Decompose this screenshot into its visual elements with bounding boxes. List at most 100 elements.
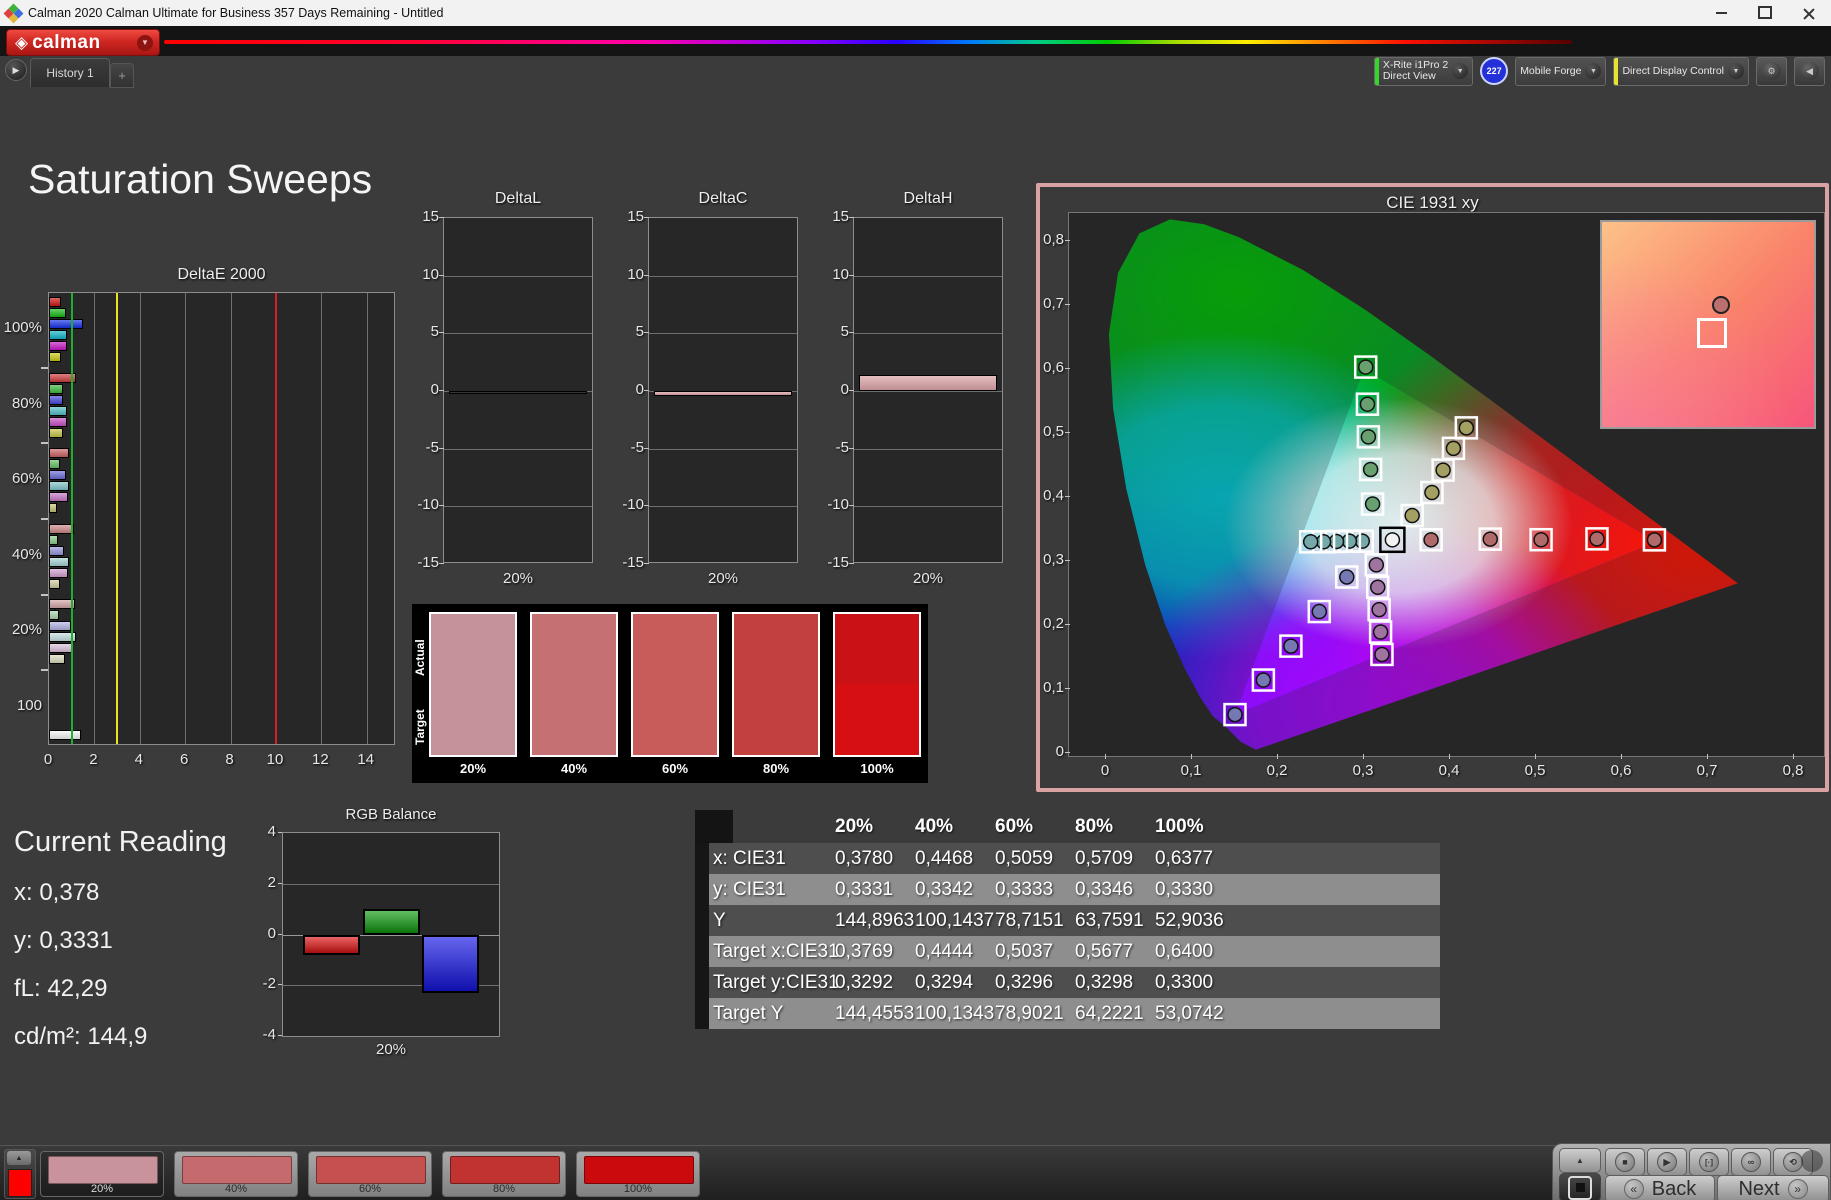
add-tab-button[interactable]: + bbox=[110, 63, 134, 88]
deltae-group-label: 60% bbox=[11, 470, 42, 488]
cie-ytick-label: 0,8 bbox=[1043, 231, 1064, 248]
cie-xtick bbox=[1707, 754, 1708, 759]
swatch-label-80%: 80% bbox=[762, 761, 790, 776]
mini-ytick bbox=[849, 332, 854, 334]
back-button[interactable]: « Back bbox=[1605, 1175, 1715, 1200]
gridline bbox=[139, 293, 141, 744]
play-button[interactable]: ▶ bbox=[1647, 1148, 1687, 1176]
pattern-window-button[interactable] bbox=[1559, 1173, 1601, 1200]
tab-scroll-button[interactable]: ▶ bbox=[5, 59, 27, 81]
deltae-bar-20%-1 bbox=[49, 610, 60, 621]
chevron-down-icon: ▼ bbox=[137, 34, 153, 51]
mini-ytick-label: 10 bbox=[832, 265, 849, 283]
row-gutter bbox=[695, 936, 709, 967]
cie-xtick-label: 0,7 bbox=[1696, 762, 1718, 779]
chevron-down-icon: ▼ bbox=[1452, 63, 1469, 79]
table-cell: 0,3346 bbox=[1075, 878, 1134, 900]
cie-xtick bbox=[1535, 754, 1536, 759]
rgb-ytick bbox=[278, 933, 282, 935]
cie-xtick bbox=[1449, 754, 1450, 759]
cie-xtick bbox=[1363, 754, 1364, 759]
table-cell: 0,6377 bbox=[1155, 847, 1214, 869]
mini-ytick-label: -15 bbox=[622, 554, 644, 571]
mini-ytick-label: -10 bbox=[827, 496, 849, 514]
plus-icon: + bbox=[118, 68, 126, 83]
mini-ytick-label: 15 bbox=[422, 208, 439, 225]
mini-ytick-label: 5 bbox=[635, 323, 644, 341]
swatch-80% bbox=[732, 612, 820, 757]
table-cell: 0,3300 bbox=[1155, 971, 1214, 993]
row-gutter bbox=[695, 843, 709, 874]
deltae-group-label: 80% bbox=[11, 394, 42, 412]
gridline bbox=[854, 333, 1002, 335]
display-popup-button[interactable]: ▲ bbox=[1559, 1148, 1601, 1173]
table-cell: 0,3780 bbox=[835, 847, 894, 869]
mini-ytick-label: 10 bbox=[422, 265, 439, 283]
mini-ytick bbox=[644, 505, 649, 507]
table-cell: 0,3330 bbox=[1155, 878, 1214, 900]
close-button[interactable] bbox=[1787, 0, 1831, 25]
calman-menu-button[interactable]: ◈ calman ▼ bbox=[6, 29, 160, 56]
deltae-bar-40%-3 bbox=[49, 556, 70, 567]
cie-xtick-label: 0,8 bbox=[1782, 762, 1804, 779]
mini-chart-DeltaC bbox=[648, 217, 798, 563]
display-control-dropdown[interactable]: Direct Display Control ▼ bbox=[1613, 56, 1749, 86]
actual-target-swatch-strip: Actual Target 20% 40% 60% 80% 100% bbox=[412, 604, 928, 783]
meter-dropdown[interactable]: X-Rite i1Pro 2 Direct View ▼ bbox=[1373, 56, 1474, 86]
patch-window-panel: ▲ bbox=[4, 1149, 36, 1199]
mini-ytick bbox=[644, 217, 649, 218]
patch-button-60%[interactable]: 60% bbox=[308, 1151, 432, 1197]
maximize-button[interactable] bbox=[1743, 0, 1787, 25]
patch-popup-button[interactable]: ▲ bbox=[7, 1151, 31, 1165]
patch-button-80%[interactable]: 80% bbox=[442, 1151, 566, 1197]
swatch-100% bbox=[833, 612, 921, 757]
cie-ytick bbox=[1065, 752, 1070, 753]
cie-xtick-label: 0 bbox=[1100, 762, 1110, 779]
chevron-down-icon: ▼ bbox=[1728, 63, 1744, 79]
patch-button-40%[interactable]: 40% bbox=[174, 1151, 298, 1197]
deltae-bar-60%-2 bbox=[49, 470, 67, 481]
deltae-bar-40%-4 bbox=[49, 567, 69, 578]
cie-xtick-label: 0,6 bbox=[1610, 762, 1632, 779]
minimize-button[interactable] bbox=[1699, 0, 1743, 25]
settings-button[interactable]: ⚙ bbox=[1756, 56, 1787, 86]
deltae-bar-100%-2 bbox=[49, 319, 84, 329]
next-button[interactable]: Next » bbox=[1717, 1175, 1829, 1200]
stop-button[interactable]: ■ bbox=[1605, 1148, 1645, 1176]
patch-button-20%[interactable]: 20% bbox=[40, 1151, 164, 1197]
deltae-bar-20%-4 bbox=[49, 643, 73, 654]
mini-bar-DeltaH bbox=[859, 375, 997, 391]
stop-icon: ■ bbox=[1615, 1152, 1635, 1172]
deltae-xtick-label: 0 bbox=[43, 751, 53, 768]
deltae-ytick bbox=[41, 366, 48, 369]
table-row: Target y:CIE31 0,3292 0,3294 0,3296 0,3298 0,… bbox=[695, 967, 1440, 998]
rgb-xlabel: 20% bbox=[375, 1041, 407, 1058]
deltae-bar-100%-5 bbox=[49, 352, 62, 362]
deltae-bar-60%-1 bbox=[49, 459, 61, 470]
deltae-ytick bbox=[41, 442, 48, 445]
status-indicator bbox=[1801, 1150, 1823, 1172]
rgb-ytick-label: -2 bbox=[262, 975, 276, 993]
mini-chart-DeltaL bbox=[443, 217, 593, 563]
deltae-bar-20%-5 bbox=[49, 654, 65, 665]
mini-ytick-label: 10 bbox=[627, 265, 644, 283]
table-row: x: CIE31 0,3780 0,4468 0,5059 0,5709 0,6377 bbox=[695, 843, 1440, 874]
meter-count-badge[interactable]: 227 bbox=[1480, 57, 1509, 85]
reading-x: x: 0,378 bbox=[14, 879, 100, 906]
collapse-panel-button[interactable]: ◀ bbox=[1794, 56, 1825, 86]
source-dropdown[interactable]: Mobile Forge ▼ bbox=[1515, 56, 1607, 86]
calman-diamond-icon: ◈ bbox=[15, 33, 29, 52]
gridline bbox=[94, 293, 96, 744]
single-measure-button[interactable]: [·] bbox=[1689, 1148, 1729, 1176]
rgb-ytick-label: 4 bbox=[267, 823, 276, 840]
table-column-header-60%: 60% bbox=[995, 815, 1034, 837]
table-cell: 52,9036 bbox=[1155, 909, 1224, 931]
gridline bbox=[366, 293, 368, 744]
mini-xlabel: 20% bbox=[502, 570, 534, 587]
deltae-bar-40%-5 bbox=[49, 578, 61, 589]
table-cell: 0,3331 bbox=[835, 878, 894, 900]
tab-history-1[interactable]: History 1 bbox=[30, 58, 110, 87]
patch-button-100%[interactable]: 100% bbox=[576, 1151, 700, 1197]
rgb-ytick bbox=[278, 882, 282, 884]
continuous-measure-button[interactable]: ∞ bbox=[1731, 1148, 1771, 1176]
